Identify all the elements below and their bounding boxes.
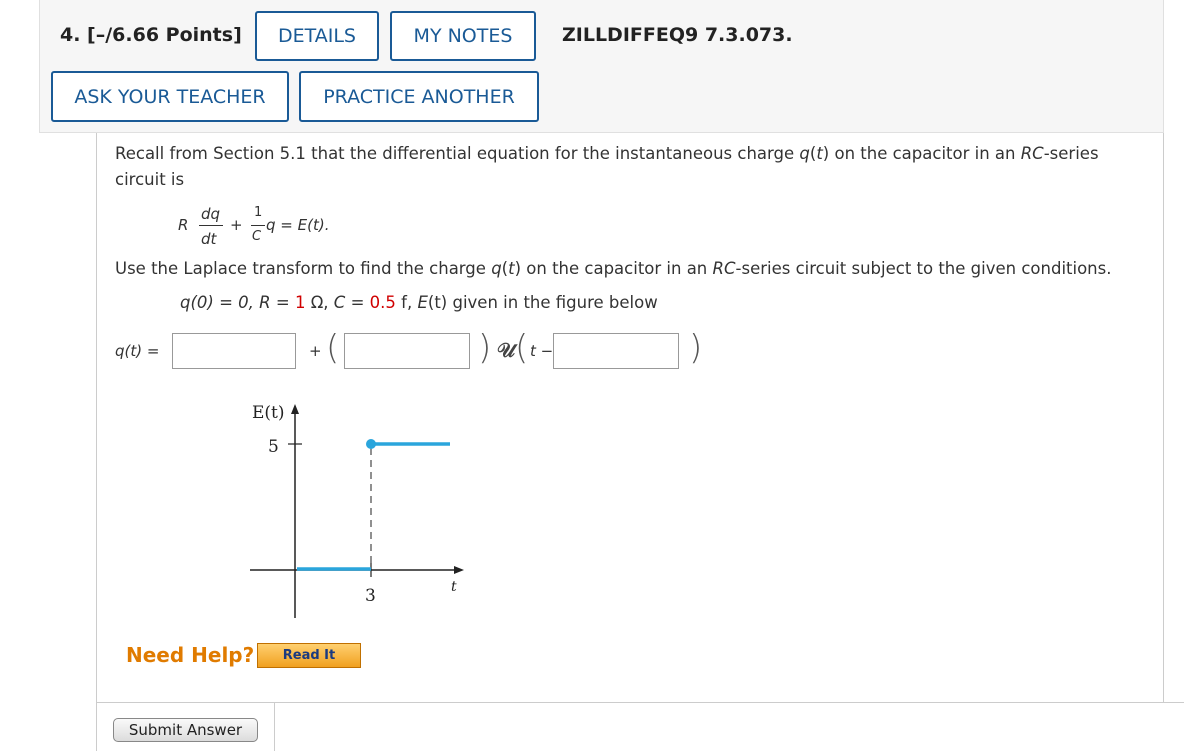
instruction-text: Use the Laplace transform to find the ch…	[115, 259, 1111, 278]
text-run: -series	[1043, 144, 1099, 163]
left-paren: (	[326, 328, 340, 368]
text-run: R	[259, 293, 271, 312]
text-run: =	[270, 293, 295, 312]
answer-input-1[interactable]	[172, 333, 296, 369]
footer-box	[274, 702, 1184, 751]
eq-C: C	[252, 229, 262, 244]
need-help-label: Need Help?	[126, 643, 255, 667]
text-run: Recall from Section 5.1 that the differe…	[115, 144, 800, 163]
plus-sign: +	[309, 342, 322, 360]
answer-input-2[interactable]	[344, 333, 470, 369]
divider	[96, 702, 97, 751]
practice-another-button[interactable]: PRACTICE ANOTHER	[299, 71, 539, 122]
text-run: RC	[1020, 144, 1044, 163]
text-run: E	[417, 293, 428, 312]
answer-label: q(t) =	[115, 342, 160, 360]
problem-id: ZILLDIFFEQ9 7.3.073.	[562, 24, 793, 46]
text-run: Use the Laplace transform to find the ch…	[115, 259, 492, 278]
step-function-graph: E(t) 5 3 t	[250, 403, 464, 618]
graph-xtick-label: 3	[365, 586, 376, 606]
text-run: ) on the capacitor in an	[514, 259, 713, 278]
text-run: =	[345, 293, 370, 312]
unit-step-symbol: 𝒰	[497, 338, 515, 362]
answer-input-3[interactable]	[553, 333, 679, 369]
eq-rest: q = E(t).	[266, 216, 330, 234]
text-run: -series circuit subject to the given con…	[735, 259, 1112, 278]
eq-plus: +	[230, 216, 243, 234]
intro-text-2: circuit is	[115, 170, 185, 189]
details-button[interactable]: DETAILS	[255, 11, 379, 61]
graph-xlabel: t	[451, 579, 457, 595]
step-point	[366, 439, 376, 449]
graph-ytick-label: 5	[268, 437, 279, 457]
text-run: (t) given in the figure below	[427, 293, 658, 312]
text-run: C	[333, 293, 346, 312]
y-axis-arrow	[291, 404, 299, 414]
graph-ylabel: E(t)	[252, 403, 285, 423]
text-run: ) on the capacitor in an	[822, 144, 1021, 163]
eq-one: 1	[254, 205, 263, 220]
left-paren-2: (	[515, 328, 529, 368]
right-paren-2: )	[689, 328, 703, 368]
eq-dt: dt	[201, 230, 217, 248]
text-run: Ω,	[305, 293, 334, 312]
fraction-bar	[199, 225, 223, 226]
eq-R: R	[178, 216, 189, 234]
text-run: q	[799, 144, 810, 163]
question-number-points: 4. [–/6.66 Points]	[60, 24, 242, 46]
intro-text: Recall from Section 5.1 that the differe…	[115, 144, 1099, 163]
my-notes-button[interactable]: MY NOTES	[390, 11, 536, 61]
text-run: RC	[712, 259, 736, 278]
x-axis-arrow	[454, 566, 464, 574]
text-run: f,	[395, 293, 418, 312]
conditions-text: q(0) = 0, R = 1 Ω, C = 0.5 f, E(t) given…	[180, 293, 658, 312]
resistance-value: 1	[294, 293, 306, 312]
t-minus: t −	[530, 342, 554, 360]
capacitance-value: 0.5	[369, 293, 396, 312]
submit-answer-button[interactable]: Submit Answer	[113, 718, 258, 742]
text-run: q	[491, 259, 502, 278]
read-it-button[interactable]: Read It	[257, 643, 361, 668]
ask-teacher-button[interactable]: ASK YOUR TEACHER	[51, 71, 289, 122]
text-run: q(0) = 0,	[180, 293, 260, 312]
fraction-bar	[251, 225, 265, 226]
eq-dq: dq	[201, 205, 221, 223]
right-paren: )	[478, 328, 492, 368]
